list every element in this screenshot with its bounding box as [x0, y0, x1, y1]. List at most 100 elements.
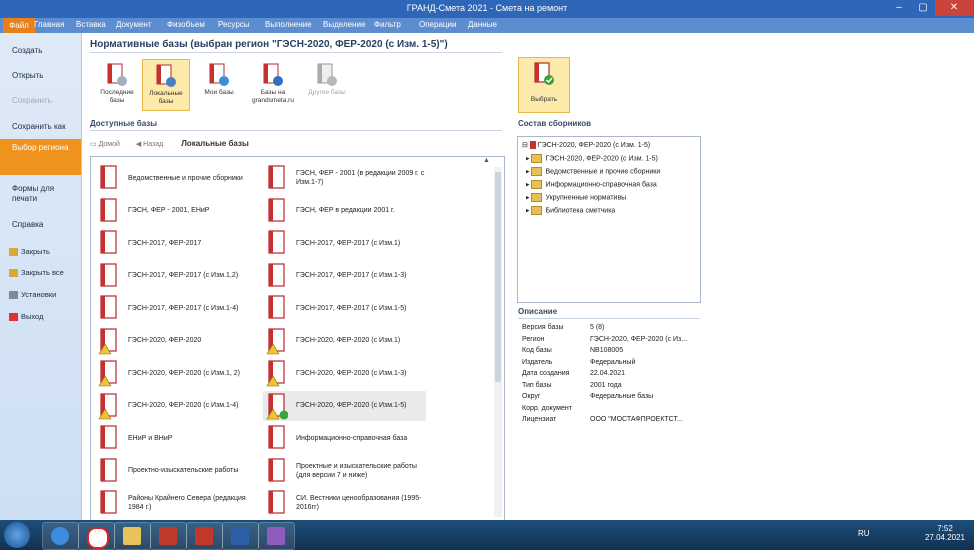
file-tab[interactable]: Файл	[3, 18, 35, 33]
base-item[interactable]: Ведомственные и прочие сборники	[95, 163, 255, 193]
backstage-small-label: Закрыть	[21, 247, 50, 256]
tree-node[interactable]: ▸ Библиотека сметчика	[526, 206, 615, 215]
tree-node[interactable]: ▸ Информационно-справочная база	[526, 180, 657, 189]
scrollbar-thumb[interactable]	[495, 172, 501, 382]
base-item[interactable]: ГЭСН, ФЕР в редакции 2001 г.	[263, 196, 423, 226]
tree-root-label: ГЭСН-2020, ФЕР-2020 (с Изм. 1-5)	[537, 142, 651, 149]
base-name: ГЭСН-2017, ФЕР-2017 (с Изм.1,2)	[128, 272, 239, 279]
base-item[interactable]: ГЭСН-2017, ФЕР-2017 (с Изм.1-3)	[263, 261, 423, 291]
ribbon-button-1[interactable]: Локальные базы	[142, 59, 190, 111]
backstage-small-label: Закрыть все	[21, 268, 64, 277]
folder-icon	[531, 206, 543, 215]
divider	[90, 52, 502, 53]
backstage-item-create[interactable]: Создать	[0, 42, 81, 60]
back-link[interactable]: ◀ Назад	[136, 141, 163, 148]
taskbar-app-1[interactable]	[150, 522, 187, 550]
taskbar-app-2[interactable]	[186, 522, 223, 550]
tree-node-label: Укрупненные нормативы	[545, 194, 627, 202]
menu-item[interactable]: Выполнение	[265, 20, 312, 29]
base-item[interactable]: ГЭСН, ФЕР - 2001, ЕНиР	[95, 196, 255, 226]
taskbar-explorer[interactable]	[114, 522, 151, 550]
menu-item[interactable]: Ресурсы	[218, 20, 250, 29]
nav-bar: ▭ Домой ◀ Назад Локальные базы	[90, 139, 249, 148]
base-name: ГЭСН, ФЕР - 2001, ЕНиР	[128, 207, 210, 214]
tree-node-label: Информационно-справочная база	[545, 181, 657, 189]
vertical-scrollbar[interactable]	[494, 167, 502, 517]
base-item[interactable]: ГЭСН-2020, ФЕР-2020 (с Изм.1)	[263, 326, 423, 356]
backstage-item-save[interactable]: Сохранить	[0, 92, 81, 110]
desc-key: Корр. документ	[522, 404, 572, 412]
start-button[interactable]	[4, 522, 30, 548]
base-item[interactable]: ГЭСН-2017, ФЕР-2017	[95, 228, 255, 258]
tree-node[interactable]: ▸ Ведомственные и прочие сборники	[526, 167, 660, 176]
ribbon-button-0[interactable]: Последние базы	[94, 59, 140, 109]
base-item[interactable]: ГЭСН-2020, ФЕР-2020 (с Изм.1, 2)	[95, 358, 255, 388]
backstage-close-all-button[interactable]: Закрыть все	[9, 268, 64, 278]
base-item[interactable]: ГЭСН-2020, ФЕР-2020	[95, 326, 255, 356]
divider	[518, 318, 700, 319]
tree-node[interactable]: ▸ Укрупненные нормативы	[526, 193, 626, 202]
menu-item[interactable]: Выделение	[323, 20, 365, 29]
base-item[interactable]: СИ. Вестники ценообразования (1995-2016г…	[263, 488, 423, 518]
base-item[interactable]: ГЭСН-2017, ФЕР-2017 (с Изм.1,2)	[95, 261, 255, 291]
tree-root[interactable]: ⊟ ГЭСН-2020, ФЕР-2020 (с Изм. 1-5)	[522, 141, 651, 150]
backstage-close-doc-button[interactable]: Закрыть	[9, 247, 50, 257]
menu-item[interactable]: Фильтр	[374, 20, 401, 29]
norm-base-icon	[268, 165, 285, 189]
menu-item[interactable]: Вставка	[76, 20, 106, 29]
base-item[interactable]: ГЭСН-2020, ФЕР-2020 (с Изм.1-4)	[95, 391, 255, 421]
base-item[interactable]: ГЭСН-2017, ФЕР-2017 (с Изм.1-5)	[263, 293, 423, 323]
menu-item[interactable]: Документ	[116, 20, 152, 29]
norm-base-icon	[100, 457, 117, 482]
base-item[interactable]: ГЭСН-2017, ФЕР-2017 (с Изм.1-4)	[95, 293, 255, 323]
tree-node-label: Библиотека сметчика	[545, 207, 616, 215]
base-item[interactable]: ГЭСН, ФЕР - 2001 (в редакции 2009 г. с И…	[263, 163, 424, 193]
taskbar-yandex[interactable]	[78, 522, 115, 550]
local-computer-icon	[156, 64, 176, 87]
base-item[interactable]: ЕНиР и ВНиР	[95, 423, 255, 453]
taskbar-word[interactable]	[222, 522, 259, 550]
menu-item[interactable]: Данные	[468, 20, 497, 29]
clock[interactable]: 7:52 27.04.2021	[920, 524, 970, 542]
close-button[interactable]: ✕	[935, 0, 973, 16]
base-item[interactable]: Информационно-справочная база	[263, 423, 423, 453]
base-name: ГЭСН-2017, ФЕР-2017 (с Изм.1)	[296, 239, 401, 247]
base-name: СИ. Вестники ценообразования (1995-2016г…	[296, 495, 422, 511]
select-button[interactable]: Выбрать	[518, 57, 570, 113]
taskbar-app-3[interactable]	[258, 522, 295, 550]
ribbon-button-4[interactable]: Другие базы	[304, 59, 350, 109]
base-item[interactable]: Проектные и изыскательские работы (для в…	[263, 456, 423, 486]
menu-item[interactable]: Главная	[34, 20, 64, 29]
base-name: ГЭСН-2020, ФЕР-2020 (с Изм.1-5)	[296, 402, 407, 409]
tree-node[interactable]: ▸ ГЭСН-2020, ФЕР-2020 (с Изм. 1-5)	[526, 154, 658, 163]
divider	[90, 130, 502, 131]
norm-base-icon	[100, 197, 117, 222]
base-item[interactable]: ГЭСН-2020, ФЕР-2020 (с Изм.1-5)	[263, 390, 426, 421]
backstage-settings-button[interactable]: Установки	[9, 290, 56, 300]
backstage-item-open[interactable]: Открыть	[0, 67, 81, 85]
base-item[interactable]: Проектно-изыскательские работы	[95, 456, 255, 486]
taskbar-ie[interactable]	[42, 522, 79, 550]
backstage-item-save-as[interactable]: Сохранить как	[0, 118, 81, 136]
menu-item[interactable]: Операции	[419, 20, 456, 29]
norm-base-icon	[266, 360, 285, 387]
scroll-up-icon[interactable]: ▲	[483, 157, 490, 164]
main-panel: Нормативные базы (выбран регион "ГЭСН-20…	[82, 33, 974, 521]
backstage-item-region-select[interactable]: Выбор региона	[0, 139, 81, 175]
base-item[interactable]: ГЭСН-2020, ФЕР-2020 (с Изм.1-3)	[263, 358, 423, 388]
maximize-button[interactable]: ▢	[911, 0, 935, 16]
backstage-item-print-forms[interactable]: Формы для печати	[0, 180, 81, 210]
base-item[interactable]: ГЭСН-2017, ФЕР-2017 (с Изм.1)	[263, 228, 423, 258]
ribbon-button-3[interactable]: Базы на grandsmeta.ru	[250, 59, 296, 109]
home-link[interactable]: ▭ Домой	[90, 141, 120, 148]
backstage-item-help[interactable]: Справка	[0, 216, 81, 234]
backstage-exit-button[interactable]: Выход	[9, 312, 43, 322]
norm-base-icon	[266, 392, 288, 419]
ribbon-button-2[interactable]: Мои базы	[196, 59, 242, 109]
minimize-button[interactable]: –	[887, 0, 911, 16]
close-doc-icon	[9, 248, 18, 257]
norm-base-icon	[268, 295, 285, 319]
base-item[interactable]: Районы Крайнего Севера (редакция 1984 г.…	[95, 488, 255, 518]
language-indicator[interactable]: RU	[858, 529, 870, 538]
menu-item[interactable]: Физобъем	[167, 20, 205, 29]
